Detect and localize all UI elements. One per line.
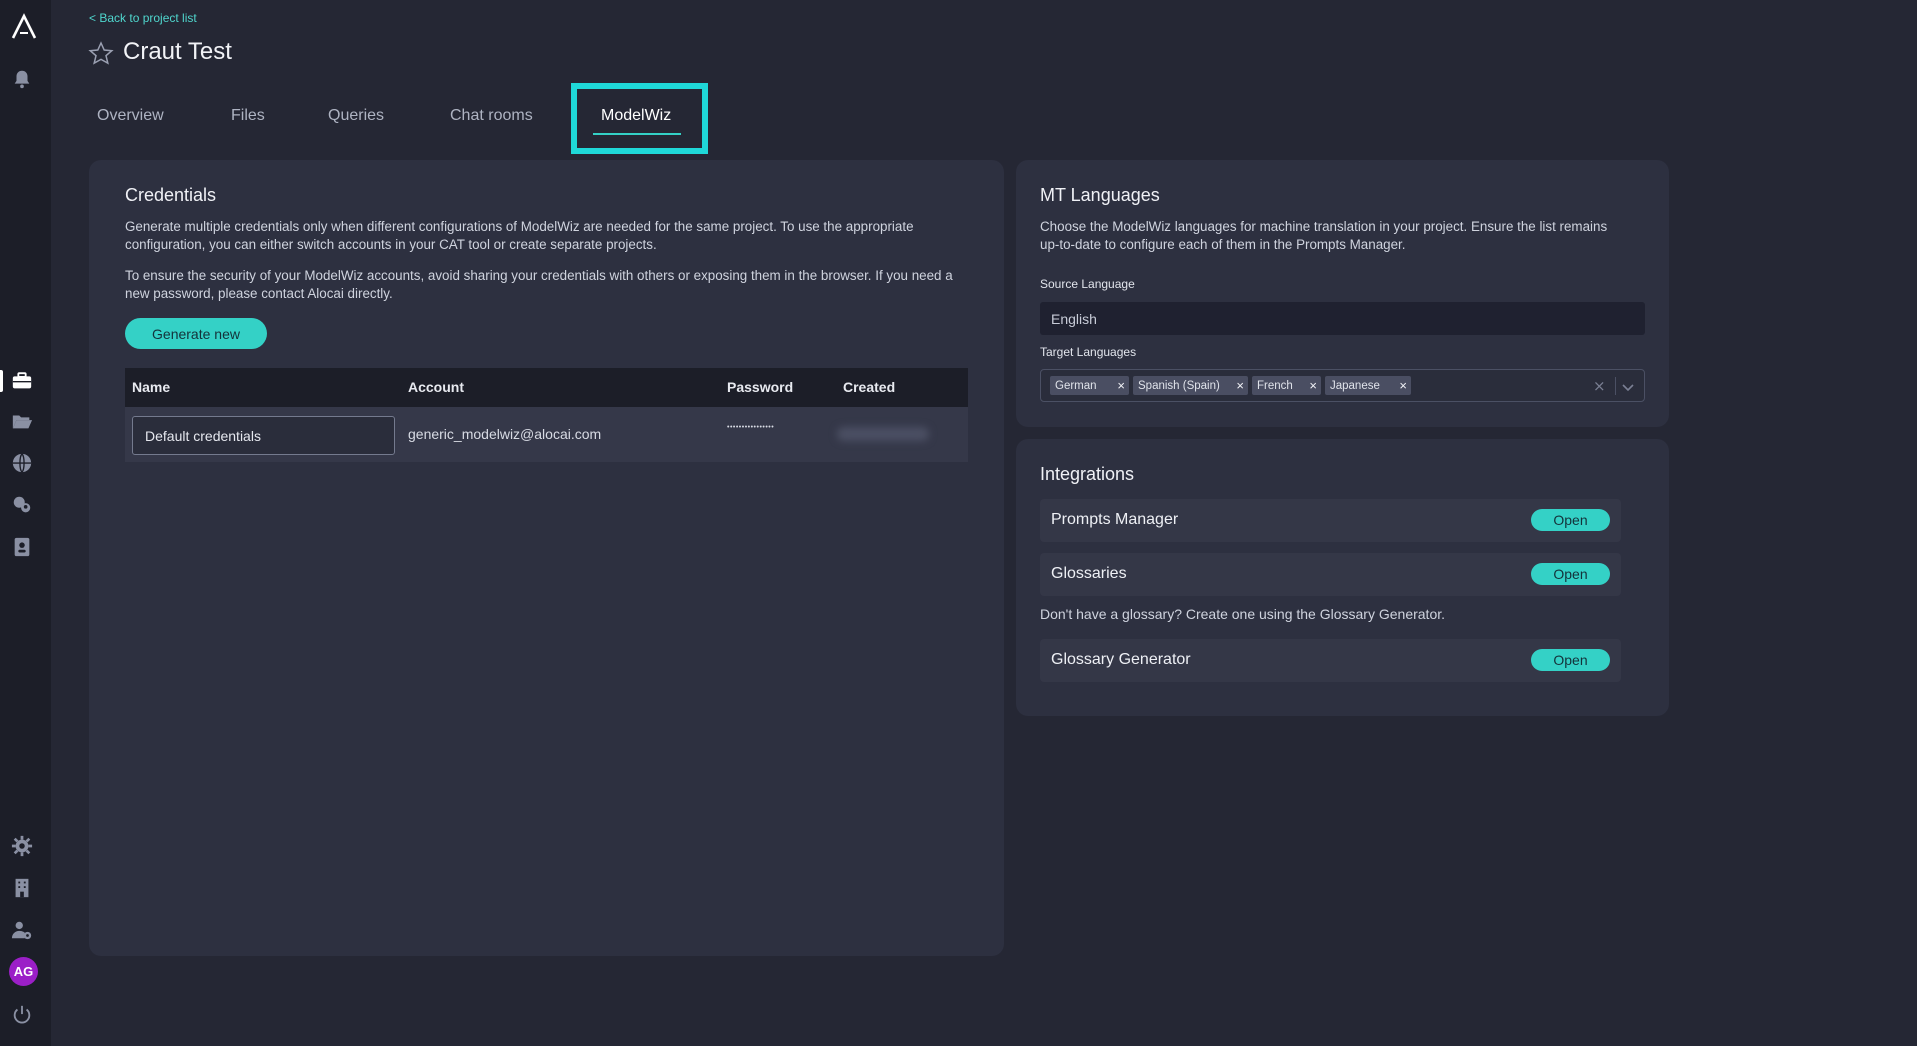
open-glossaries-button[interactable]: Open xyxy=(1531,563,1610,585)
open-prompts-manager-button[interactable]: Open xyxy=(1531,509,1610,531)
folder-open-icon[interactable] xyxy=(10,409,34,433)
credentials-table-header: Name Account Password Created xyxy=(125,368,968,407)
chat-users-icon[interactable] xyxy=(10,493,34,517)
back-to-project-list-link[interactable]: < Back to project list xyxy=(89,11,197,25)
chip-label: Spanish (Spain) xyxy=(1138,379,1220,392)
tab-modelwiz[interactable]: ModelWiz xyxy=(601,107,671,125)
credentials-description-2: To ensure the security of your ModelWiz … xyxy=(125,268,953,301)
chip-label: French xyxy=(1257,379,1293,392)
chip-label: Japanese xyxy=(1330,379,1380,392)
select-separator xyxy=(1615,377,1616,395)
source-language-field: English xyxy=(1040,302,1645,335)
remove-chip-icon[interactable]: × xyxy=(1117,378,1125,393)
glossary-hint-text: Don't have a glossary? Create one using … xyxy=(1040,606,1446,622)
integrations-title: Integrations xyxy=(1040,464,1135,484)
avatar[interactable]: AG xyxy=(9,957,38,986)
tab-active-underline xyxy=(593,133,681,135)
remove-chip-icon[interactable]: × xyxy=(1309,378,1317,393)
account-email: generic_modelwiz@alocai.com xyxy=(408,426,602,442)
credentials-title: Credentials xyxy=(125,185,217,205)
language-chip-french: French × xyxy=(1252,376,1321,395)
open-glossary-generator-button[interactable]: Open xyxy=(1531,649,1610,671)
remove-chip-icon[interactable]: × xyxy=(1236,378,1244,393)
tab-queries[interactable]: Queries xyxy=(328,107,384,125)
source-language-label: Source Language xyxy=(1040,277,1135,291)
mt-languages-description: Choose the ModelWiz languages for machin… xyxy=(1040,219,1608,252)
address-book-icon[interactable] xyxy=(10,535,34,559)
table-row: generic_modelwiz@alocai.com ••••••••••••… xyxy=(125,407,968,462)
chip-label: German xyxy=(1055,379,1097,392)
clear-all-icon[interactable]: × xyxy=(1593,377,1606,395)
mt-languages-title: MT Languages xyxy=(1040,185,1160,205)
sidebar: AG xyxy=(0,0,51,1046)
bell-icon[interactable] xyxy=(10,67,34,91)
globe-icon[interactable] xyxy=(10,451,34,475)
integration-glossary-generator: Glossary Generator Open xyxy=(1040,639,1621,682)
building-icon[interactable] xyxy=(10,876,34,900)
created-date-blurred xyxy=(837,427,929,441)
integration-label: Glossaries xyxy=(1051,565,1127,582)
integration-label: Glossary Generator xyxy=(1051,651,1191,668)
integration-prompts-manager: Prompts Manager Open xyxy=(1040,499,1621,542)
favorite-star-icon[interactable] xyxy=(88,41,114,67)
power-icon[interactable] xyxy=(10,1003,34,1027)
tab-overview[interactable]: Overview xyxy=(97,107,164,125)
column-header-created[interactable]: Created xyxy=(843,379,895,395)
language-chip-spanish: Spanish (Spain) × xyxy=(1133,376,1248,395)
chevron-down-icon[interactable] xyxy=(1621,380,1635,394)
project-title: Craut Test xyxy=(123,38,232,65)
user-cog-icon[interactable] xyxy=(10,918,34,942)
integration-label: Prompts Manager xyxy=(1051,511,1179,528)
target-languages-select[interactable]: German × Spanish (Spain) × French × Japa… xyxy=(1040,369,1645,402)
column-header-password[interactable]: Password xyxy=(727,379,793,395)
column-header-name[interactable]: Name xyxy=(132,379,170,395)
integration-glossaries: Glossaries Open xyxy=(1040,553,1621,596)
generate-new-button[interactable]: Generate new xyxy=(125,318,267,349)
gear-icon[interactable] xyxy=(10,834,34,858)
active-nav-indicator xyxy=(0,370,3,392)
app-logo-icon[interactable] xyxy=(10,13,38,41)
briefcase-icon[interactable] xyxy=(10,369,34,393)
language-chip-japanese: Japanese × xyxy=(1325,376,1411,395)
target-languages-label: Target Languages xyxy=(1040,345,1137,359)
tab-files[interactable]: Files xyxy=(231,107,265,125)
credentials-description-1: Generate multiple credentials only when … xyxy=(125,219,914,252)
column-header-account[interactable]: Account xyxy=(408,379,464,395)
password-masked: •••••••••••••••• xyxy=(727,424,775,431)
tab-chat-rooms[interactable]: Chat rooms xyxy=(450,107,533,125)
remove-chip-icon[interactable]: × xyxy=(1399,378,1407,393)
language-chip-german: German × xyxy=(1050,376,1129,395)
credential-name-input[interactable] xyxy=(132,416,395,455)
